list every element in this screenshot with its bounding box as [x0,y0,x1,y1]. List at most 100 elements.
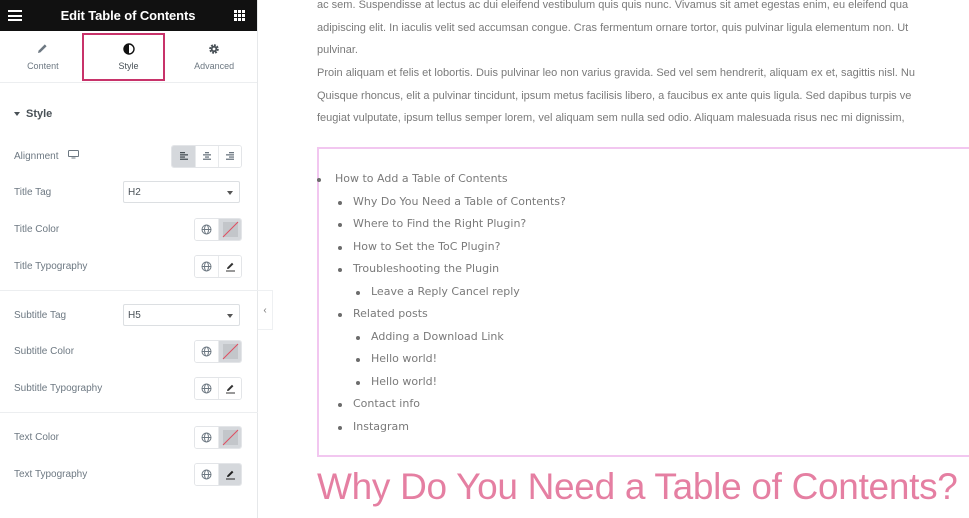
toc-item-text: Instagram [353,419,409,433]
subtitle-typography-label: Subtitle Typography [14,382,103,394]
tab-advanced[interactable]: Advanced [171,31,257,82]
alignment-label: Alignment [14,150,59,162]
bullet-icon [338,245,342,250]
toc-list: How to Add a Table of Contents Why Do You… [317,168,969,439]
toc-item-text: Adding a Download Link [371,329,504,343]
toc-item[interactable]: Hello world! [319,371,969,394]
toc-item[interactable]: Adding a Download Link [319,326,969,349]
chevron-down-icon [227,314,233,318]
toc-item-text: Related posts [353,307,428,320]
title-color-buttons [194,217,242,241]
tab-content[interactable]: Content [0,31,86,82]
pencil-icon [225,470,235,479]
toc-item-text: Why Do You Need a Table of Contents? [353,194,566,208]
toc-item-text: Hello world! [371,352,438,365]
toc-item[interactable]: Troubleshooting the Plugin [319,258,969,281]
toc-item-text: Troubleshooting the Plugin [353,262,500,275]
toc-item[interactable]: Contact info [319,393,969,416]
toc-item-text: Where to Find the Right Plugin? [353,217,527,230]
bullet-icon [338,268,342,272]
pencil-icon [37,43,48,55]
global-button[interactable] [195,426,218,448]
paragraph-line: pulvinar. [317,44,358,56]
color-picker-button[interactable] [218,218,241,240]
grid-icon[interactable] [234,10,245,21]
hamburger-icon[interactable] [8,10,22,21]
bullet-icon [338,200,342,205]
panel-tabs: Content Style Advanced [0,31,257,83]
globe-icon [201,261,212,271]
subtitle-tag-select[interactable]: H5 [123,304,240,326]
style-tab-highlight [82,33,165,81]
color-picker-button[interactable] [218,426,241,448]
paragraph-line: ac sem. Suspendisse at lectus ac dui ele… [317,0,909,11]
toc-item-text: Hello world! [371,374,438,388]
title-tag-select[interactable]: H2 [123,181,240,203]
align-center-button[interactable] [195,145,218,167]
control-title-color: Title Color [0,217,258,241]
toc-item[interactable]: Hello world! [319,348,969,371]
control-title-typography: Title Typography [0,254,258,278]
chevron-down-icon [227,191,233,195]
edit-typography-button[interactable] [218,377,241,399]
global-button[interactable] [195,218,218,240]
edit-typography-button[interactable] [218,255,241,277]
globe-icon [201,469,212,479]
bullet-icon [338,223,342,227]
alignment-buttons [171,144,242,168]
subtitle-typography-buttons [194,376,242,400]
global-button[interactable] [195,340,218,362]
desktop-icon[interactable] [68,150,80,162]
color-picker-button[interactable] [218,340,241,362]
align-center-icon [203,152,211,160]
title-tag-value: H2 [128,186,141,198]
table-of-contents: How to Add a Table of Contents Why Do You… [317,147,969,457]
toc-item[interactable]: Related posts [319,303,969,326]
bullet-icon [356,290,360,295]
text-typography-buttons [194,462,242,486]
section-divider [0,290,258,291]
title-typography-buttons [194,254,242,278]
bullet-icon [338,425,342,430]
panel-title: Edit Table of Contents [60,8,196,23]
toc-item-text: Contact info [353,397,420,410]
gear-icon [208,43,220,55]
toc-item[interactable]: Instagram [319,416,969,439]
control-subtitle-tag: Subtitle Tag H5 [0,303,258,327]
no-color-swatch-icon [222,343,238,359]
no-color-swatch-icon [222,221,238,237]
align-right-button[interactable] [218,145,241,167]
text-typography-label: Text Typography [14,468,88,480]
bullet-icon [338,313,342,317]
title-typography-label: Title Typography [14,260,88,272]
tab-advanced-label: Advanced [194,60,235,71]
section-style-title: Style [26,108,53,120]
paragraph-line: Proin aliquam et felis et lobortis. Duis… [317,67,915,79]
align-left-button[interactable] [172,145,195,167]
page-preview: ac sem. Suspendisse at lectus ac dui ele… [273,0,969,518]
bullet-icon [317,178,321,182]
control-alignment: Alignment [0,144,258,168]
toc-item[interactable]: Why Do You Need a Table of Contents? [319,191,969,214]
edit-typography-button[interactable] [218,463,241,485]
globe-icon [201,432,212,442]
title-tag-label: Title Tag [14,186,52,198]
toc-item[interactable]: How to Add a Table of Contents [317,168,969,191]
control-subtitle-color: Subtitle Color [0,339,258,363]
text-color-label: Text Color [14,431,60,443]
globe-icon [201,346,212,356]
collapse-panel-button[interactable]: ‹ [258,290,273,330]
toc-item[interactable]: Where to Find the Right Plugin? [319,213,969,236]
toc-item[interactable]: How to Set the ToC Plugin? [319,236,969,259]
toc-item[interactable]: Leave a Reply Cancel reply [319,281,969,304]
bullet-icon [356,358,360,362]
subtitle-tag-label: Subtitle Tag [14,309,67,321]
global-button[interactable] [195,463,218,485]
subtitle-color-buttons [194,339,242,363]
global-button[interactable] [195,377,218,399]
paragraph-line: adipiscing elit. In iaculis velit sed ac… [317,21,909,34]
chevron-left-icon: ‹ [263,304,267,316]
section-style-toggle[interactable]: Style [0,83,257,145]
control-title-tag: Title Tag H2 [0,180,258,204]
global-button[interactable] [195,255,218,277]
